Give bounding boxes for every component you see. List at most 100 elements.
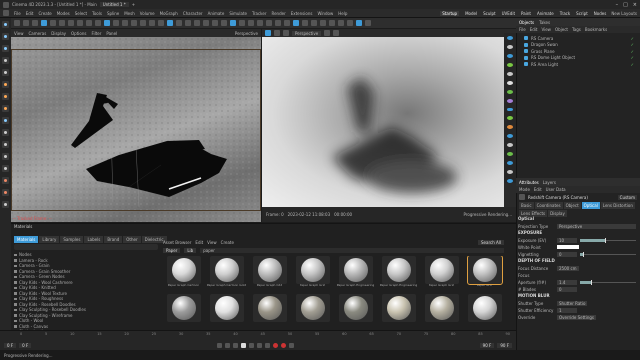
toolbar-icon-32[interactable] xyxy=(302,20,308,26)
asset-menu-item[interactable]: Create xyxy=(221,240,234,245)
layout-paint[interactable]: Paint xyxy=(521,11,531,16)
mb-row-2[interactable]: Override Override Settings xyxy=(518,314,636,320)
layout-uvedit[interactable]: UVEdit xyxy=(502,11,515,16)
toolbar-icon-28[interactable] xyxy=(266,20,272,26)
object-tool-icon-6[interactable] xyxy=(507,89,513,94)
toolbar-icon-14[interactable] xyxy=(140,20,146,26)
attributes-menu-item[interactable]: Mode xyxy=(519,187,530,192)
snapshot-icon[interactable] xyxy=(283,30,289,36)
object-tool-icon-1[interactable] xyxy=(507,44,513,49)
objects-menu-object[interactable]: Object xyxy=(555,27,568,32)
menu-window[interactable]: Window xyxy=(317,11,333,16)
exposure-row-2-slider[interactable] xyxy=(580,251,636,257)
toolbar-icon-4[interactable] xyxy=(50,20,56,26)
object-tool-icon-13[interactable] xyxy=(507,152,513,157)
toolbar-icon-7[interactable] xyxy=(77,20,83,26)
doc-tab[interactable]: Untitled 1 * xyxy=(99,2,129,7)
toolbar-icon-34[interactable] xyxy=(320,20,326,26)
objects-menu-edit[interactable]: Edit xyxy=(530,27,538,32)
asset-tile[interactable] xyxy=(249,294,290,330)
viewport-camera-label[interactable]: Perspective xyxy=(235,31,258,36)
toolbar-icon-19[interactable] xyxy=(185,20,191,26)
autokey-icon[interactable] xyxy=(280,342,286,348)
white-point-swatch[interactable] xyxy=(557,245,579,249)
asset-tile[interactable] xyxy=(335,294,376,330)
objects-menu-bookmarks[interactable]: Bookmarks xyxy=(585,27,607,32)
objects-menu-file[interactable]: File xyxy=(519,27,526,32)
toolbar-icon-39[interactable] xyxy=(365,20,371,26)
material-tab-library[interactable]: Library xyxy=(39,236,60,243)
asset-tile[interactable] xyxy=(464,294,505,330)
material-preview[interactable] xyxy=(338,294,373,322)
dof-row-2-value[interactable]: 1.4 xyxy=(557,279,577,285)
exposure-row-1[interactable]: White Point xyxy=(518,244,636,250)
perspective-viewport[interactable]: -- Tracked Frame: -- xyxy=(11,37,261,222)
asset-tile[interactable] xyxy=(206,294,247,330)
next-key-icon[interactable] xyxy=(256,342,262,348)
material-preview[interactable] xyxy=(381,294,416,322)
menu-create[interactable]: Create xyxy=(38,11,51,16)
toolbar-icon-16[interactable] xyxy=(158,20,164,26)
menu-character[interactable]: Character xyxy=(183,11,203,16)
dof-row-2[interactable]: Aperture (f/#) 1.4 xyxy=(518,279,636,285)
material-preview[interactable] xyxy=(338,256,373,284)
menu-extensions[interactable]: Extensions xyxy=(291,11,313,16)
asset-tile[interactable] xyxy=(292,294,333,330)
viewport-menu-filter[interactable]: Filter xyxy=(91,31,101,36)
mb-row-0[interactable]: Shutter Type Shutter Ratio xyxy=(518,300,636,306)
menu-tools[interactable]: Tools xyxy=(92,11,102,16)
menu-help[interactable]: Help xyxy=(338,11,347,16)
asset-menu-item[interactable]: View xyxy=(207,240,217,245)
object-tool-icon-16[interactable] xyxy=(507,179,513,183)
visibility-check-icon[interactable]: ✓ xyxy=(631,49,634,54)
prev-key-icon[interactable] xyxy=(224,342,230,348)
object-tool-icon-0[interactable] xyxy=(507,36,513,40)
material-preview[interactable] xyxy=(166,256,201,284)
object-tool-icon-14[interactable] xyxy=(507,161,513,166)
toolbar-icon-0[interactable] xyxy=(14,20,20,26)
end-frame-field[interactable]: 90 F xyxy=(479,342,495,348)
object-row[interactable]: Dragon Swan ✓ xyxy=(524,42,634,48)
attributes-tab-attributes[interactable]: Attributes xyxy=(519,180,539,185)
toolbar-icon-2[interactable] xyxy=(32,20,38,26)
toolbar-icon-18[interactable] xyxy=(176,20,182,26)
menu-render[interactable]: Render xyxy=(271,11,285,16)
material-tab-samples[interactable]: Samples xyxy=(60,236,84,243)
material-preview[interactable] xyxy=(381,256,416,284)
minimize-icon[interactable]: – xyxy=(616,2,619,8)
dof-row-2-slider[interactable] xyxy=(580,279,636,285)
dof-row-1[interactable]: Focus xyxy=(518,272,636,278)
mb-row-1[interactable]: Shutter Efficiency 1 xyxy=(518,307,636,313)
exposure-row-0-slider[interactable] xyxy=(580,237,636,243)
menu-file[interactable]: File xyxy=(14,11,21,16)
toolbar-icon-8[interactable] xyxy=(86,20,92,26)
keyframe-selection-icon[interactable] xyxy=(288,342,294,348)
filter-tag[interactable]: Paper xyxy=(163,247,181,253)
material-preview[interactable] xyxy=(466,256,503,285)
brush-tool-icon[interactable] xyxy=(2,177,9,184)
end-frame-field-2[interactable]: 90 F xyxy=(497,342,512,348)
toolbar-icon-22[interactable] xyxy=(212,20,218,26)
mb-row-2-value[interactable]: Override Settings xyxy=(557,314,596,320)
layout-sculpt[interactable]: Sculpt xyxy=(483,11,496,16)
object-tool-icon-11[interactable] xyxy=(507,134,513,139)
scale-tool-icon[interactable] xyxy=(2,45,9,52)
projection-row[interactable]: Projection Type Perspective xyxy=(518,223,636,229)
menu-volume[interactable]: Volume xyxy=(140,11,155,16)
asset-tile[interactable]: Paper Graph Cartoon Gold xyxy=(206,256,247,293)
filter-tag[interactable]: Lib xyxy=(184,247,197,253)
material-tab-labels[interactable]: Labels xyxy=(84,236,104,243)
menu-simulate[interactable]: Simulate xyxy=(229,11,247,16)
toolbar-icon-37[interactable] xyxy=(347,20,353,26)
maximize-icon[interactable]: □ xyxy=(623,2,628,8)
asset-tile[interactable]: Paper Graph Engineering xyxy=(335,256,376,293)
viewport-menu-view[interactable]: View xyxy=(14,31,24,36)
toolbar-icon-29[interactable] xyxy=(275,20,281,26)
objects-tab-takes[interactable]: Takes xyxy=(539,20,550,25)
object-tool-icon-15[interactable] xyxy=(507,170,513,174)
object-tool-icon-12[interactable] xyxy=(507,143,513,148)
asset-tile[interactable]: Paper Graph Cdd xyxy=(249,256,290,293)
toolbar-icon-25[interactable] xyxy=(239,20,245,26)
exposure-row-2-value[interactable]: 0 xyxy=(557,251,577,257)
material-preview[interactable] xyxy=(252,294,287,322)
